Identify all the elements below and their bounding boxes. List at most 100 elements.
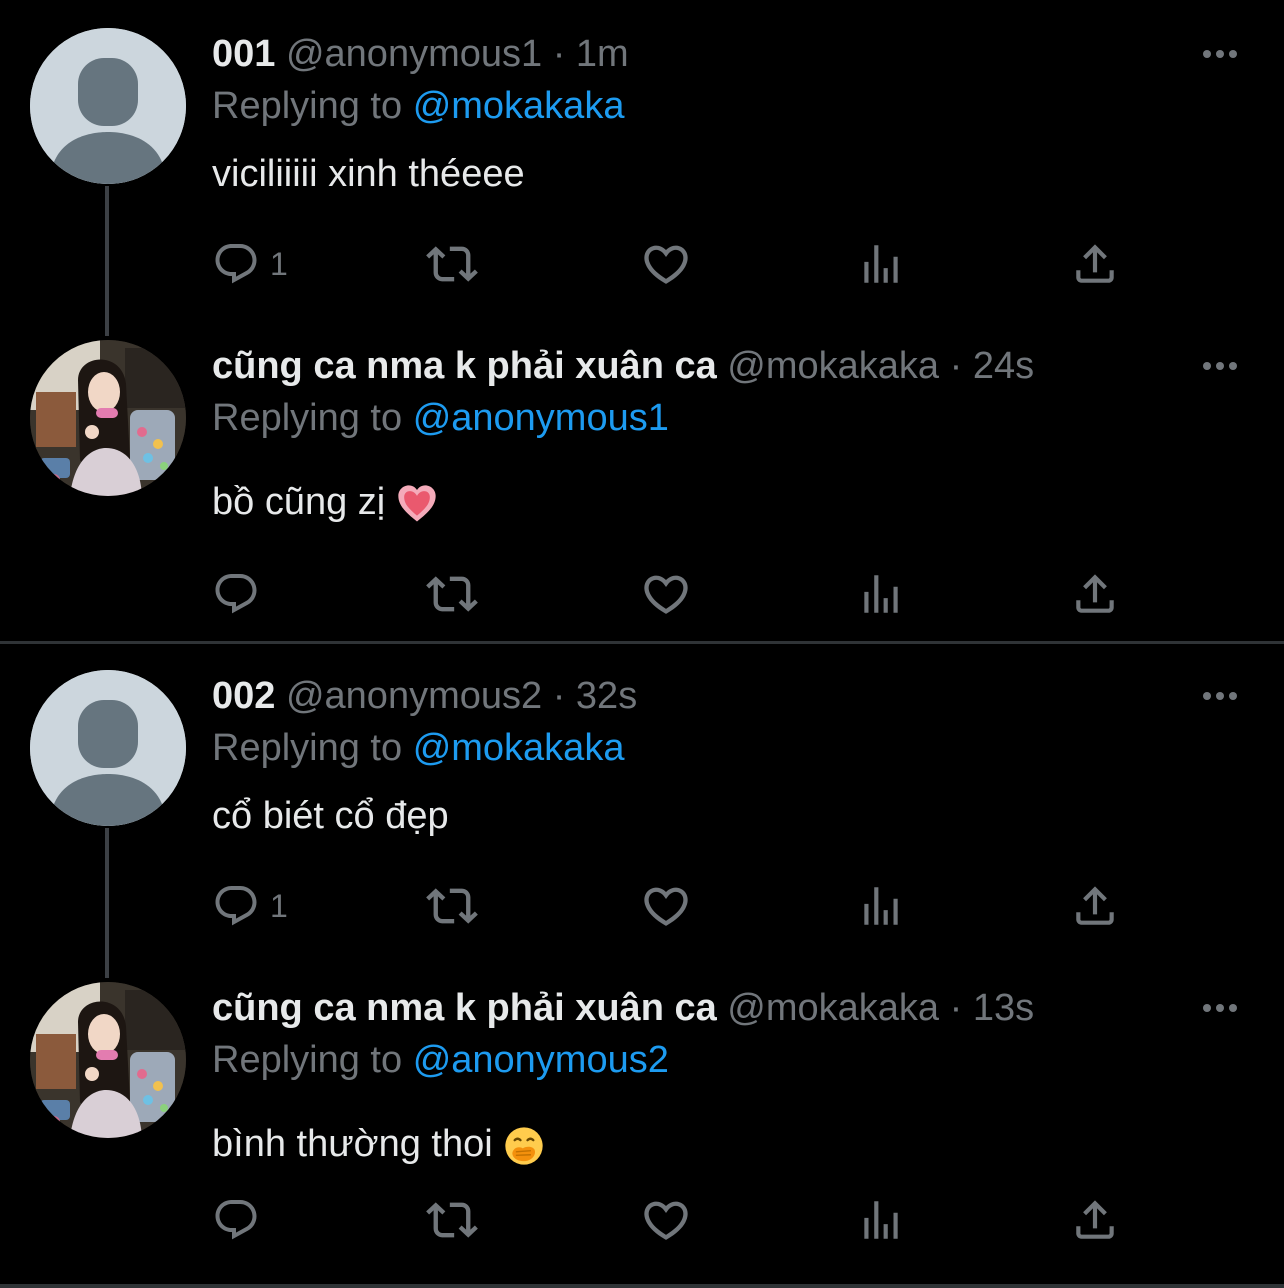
- retweet-button[interactable]: [426, 234, 478, 294]
- more-options-button[interactable]: [1196, 996, 1244, 1020]
- default-avatar-icon: [30, 28, 186, 184]
- analytics-button[interactable]: [856, 234, 906, 294]
- share-button[interactable]: [1070, 1190, 1120, 1250]
- thread-divider: [0, 1284, 1284, 1288]
- reply-icon: [212, 570, 260, 618]
- tweet-text: cổ biét cổ đẹp: [212, 795, 449, 837]
- more-icon: [1196, 996, 1244, 1020]
- separator-dot: ·: [552, 33, 566, 75]
- timestamp[interactable]: 13s: [973, 987, 1034, 1029]
- reply-button[interactable]: 1: [212, 876, 288, 936]
- mention-link[interactable]: @mokakaka: [413, 727, 625, 769]
- tweet-actions: [0, 564, 1284, 624]
- reply-count: 1: [270, 887, 288, 924]
- thread: 001 @anonymous1 · 1m Replying to @mokaka…: [0, 0, 1284, 642]
- more-icon: [1196, 42, 1244, 66]
- timestamp[interactable]: 24s: [973, 345, 1034, 387]
- like-icon: [640, 568, 692, 620]
- replying-to: Replying to @mokakaka: [212, 722, 624, 774]
- like-button[interactable]: [640, 876, 692, 936]
- reply-button[interactable]: [212, 564, 260, 624]
- tweet-header: cũng ca nma k phải xuân ca @mokakaka · 1…: [212, 982, 1034, 1034]
- user-handle[interactable]: @mokakaka: [727, 345, 939, 387]
- like-button[interactable]: [640, 564, 692, 624]
- tweet[interactable]: cũng ca nma k phải xuân ca @mokakaka · 2…: [0, 336, 1284, 642]
- reply-count: 1: [270, 245, 288, 282]
- analytics-button[interactable]: [856, 1190, 906, 1250]
- reply-icon: [212, 1196, 260, 1244]
- tweet-actions: 1: [0, 234, 1284, 294]
- user-handle[interactable]: @anonymous1: [286, 33, 542, 75]
- display-name[interactable]: cũng ca nma k phải xuân ca: [212, 345, 717, 387]
- default-avatar-icon: [30, 670, 186, 826]
- analytics-icon: [856, 881, 906, 931]
- like-icon: [640, 880, 692, 932]
- more-icon: [1196, 684, 1244, 708]
- retweet-button[interactable]: [426, 876, 478, 936]
- analytics-icon: [856, 1195, 906, 1245]
- more-options-button[interactable]: [1196, 354, 1244, 378]
- user-handle[interactable]: @anonymous2: [286, 675, 542, 717]
- like-button[interactable]: [640, 234, 692, 294]
- avatar[interactable]: [30, 28, 186, 184]
- analytics-button[interactable]: [856, 876, 906, 936]
- profile-photo: [30, 340, 186, 496]
- mention-link[interactable]: @anonymous2: [413, 1039, 669, 1081]
- like-icon: [640, 1194, 692, 1246]
- reply-button[interactable]: [212, 1190, 260, 1250]
- mention-link[interactable]: @anonymous1: [413, 397, 669, 439]
- display-name[interactable]: cũng ca nma k phải xuân ca: [212, 987, 717, 1029]
- retweet-icon: [426, 238, 478, 290]
- share-button[interactable]: [1070, 234, 1120, 294]
- timestamp[interactable]: 1m: [576, 33, 629, 75]
- display-name[interactable]: 002: [212, 675, 275, 717]
- user-handle[interactable]: @mokakaka: [727, 987, 939, 1029]
- share-icon: [1070, 881, 1120, 931]
- more-options-button[interactable]: [1196, 684, 1244, 708]
- mention-link[interactable]: @mokakaka: [413, 85, 625, 127]
- avatar[interactable]: [30, 340, 186, 496]
- tweet[interactable]: 001 @anonymous1 · 1m Replying to @mokaka…: [0, 0, 1284, 336]
- tweet[interactable]: cũng ca nma k phải xuân ca @mokakaka · 1…: [0, 980, 1284, 1288]
- retweet-icon: [426, 568, 478, 620]
- analytics-button[interactable]: [856, 564, 906, 624]
- display-name[interactable]: 001: [212, 33, 275, 75]
- thread: 002 @anonymous2 · 32s Replying to @mokak…: [0, 644, 1284, 1288]
- tweet-actions: 1: [0, 876, 1284, 936]
- like-button[interactable]: [640, 1190, 692, 1250]
- more-icon: [1196, 354, 1244, 378]
- tweet-text: viciliiiii xinh théeee: [212, 153, 525, 195]
- analytics-icon: [856, 569, 906, 619]
- share-button[interactable]: [1070, 876, 1120, 936]
- replying-label: Replying to: [212, 85, 403, 127]
- reply-icon: [212, 882, 260, 930]
- tweet-text-row: bồ cũng zị: [212, 476, 438, 528]
- tweet[interactable]: 002 @anonymous2 · 32s Replying to @mokak…: [0, 644, 1284, 980]
- replying-label: Replying to: [212, 397, 403, 439]
- retweet-icon: [426, 1194, 478, 1246]
- separator-dot: ·: [949, 987, 963, 1029]
- more-options-button[interactable]: [1196, 42, 1244, 66]
- profile-photo: [30, 982, 186, 1138]
- share-icon: [1070, 569, 1120, 619]
- tweet-header: cũng ca nma k phải xuân ca @mokakaka · 2…: [212, 340, 1034, 392]
- pink-heart-emoji: [398, 485, 436, 522]
- replying-to: Replying to @mokakaka: [212, 80, 624, 132]
- reply-button[interactable]: 1: [212, 234, 288, 294]
- tweet-actions: [0, 1190, 1284, 1250]
- share-icon: [1070, 239, 1120, 289]
- replying-to: Replying to @anonymous1: [212, 392, 669, 444]
- tweet-text: bồ cũng zị: [212, 481, 386, 523]
- analytics-icon: [856, 239, 906, 289]
- hand-over-mouth-emoji: [505, 1127, 543, 1165]
- retweet-button[interactable]: [426, 1190, 478, 1250]
- avatar[interactable]: [30, 982, 186, 1138]
- retweet-icon: [426, 880, 478, 932]
- retweet-button[interactable]: [426, 564, 478, 624]
- separator-dot: ·: [552, 675, 566, 717]
- share-button[interactable]: [1070, 564, 1120, 624]
- reply-icon: [212, 240, 260, 288]
- separator-dot: ·: [949, 345, 963, 387]
- avatar[interactable]: [30, 670, 186, 826]
- timestamp[interactable]: 32s: [576, 675, 637, 717]
